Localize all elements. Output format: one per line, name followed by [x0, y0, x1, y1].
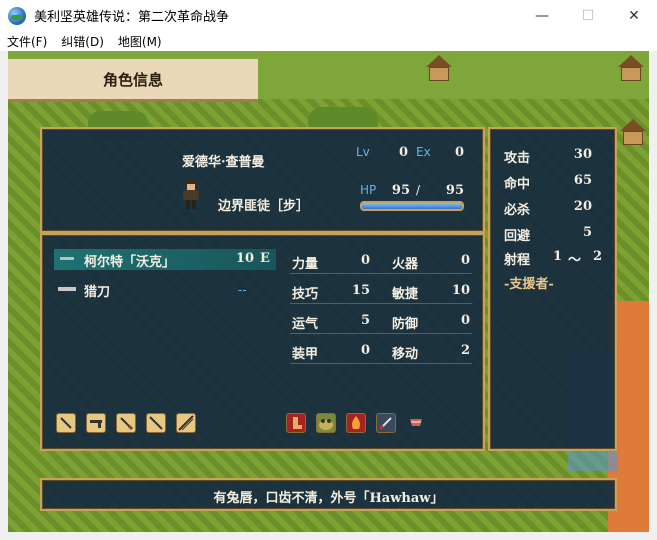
description-bar: 有兔唇，口齿不清，外号「Hawhaw」	[40, 478, 617, 511]
weapon-row-colt[interactable]: 柯尔特「沃克」 10 E	[54, 249, 276, 270]
unit-description: 有兔唇，口齿不清，外号「Hawhaw」	[213, 491, 444, 506]
combat-value-hit: 65	[573, 173, 592, 188]
maximize-button[interactable]: ☐	[565, 0, 611, 31]
house-icon	[618, 55, 644, 81]
range-min: 1	[552, 249, 562, 264]
hp-bar	[360, 201, 464, 211]
divider	[290, 273, 472, 274]
combat-value-avoid: 5	[582, 225, 592, 240]
stat-value-luck: 5	[360, 313, 370, 328]
minimize-button[interactable]: —	[519, 0, 565, 31]
stat-label-firearm: 火器	[392, 257, 419, 272]
house-icon	[620, 119, 646, 145]
pistol-rank-icon[interactable]	[86, 413, 106, 433]
range-separator: 〜	[568, 253, 582, 268]
hp-separator: /	[416, 183, 421, 197]
stat-label-luck: 运气	[292, 317, 319, 332]
weapon-name: 柯尔特「沃克」	[84, 255, 176, 270]
weapon-uses: 10	[235, 251, 254, 266]
combat-stats-panel: 攻击 30 命中 65 必杀 20 回避 5 射程 1 〜 2 -支援者-	[488, 127, 617, 451]
toad-skill-icon[interactable]	[316, 413, 336, 433]
divider	[290, 363, 472, 364]
unit-sprite-icon	[182, 179, 200, 211]
hp-current: 95	[391, 183, 410, 198]
combat-label-hit: 命中	[504, 177, 531, 192]
sword-rank-icon[interactable]	[56, 413, 76, 433]
stat-label-str: 力量	[292, 257, 319, 272]
menu-debug[interactable]: 纠错(D)	[54, 33, 111, 50]
weapon-rank: E	[260, 251, 270, 266]
stat-value-move: 2	[460, 343, 470, 358]
stat-value-skill: 15	[351, 283, 370, 298]
divider	[290, 333, 472, 334]
fire-skill-icon[interactable]	[346, 413, 366, 433]
stat-label-armor: 装甲	[292, 347, 319, 362]
combat-value-crit: 20	[573, 199, 592, 214]
hp-max: 95	[445, 183, 464, 198]
unit-name: 爱德华·查普曼	[182, 155, 265, 170]
stat-label-skill: 技巧	[292, 287, 319, 302]
game-viewport[interactable]: 角色信息 爱德华·查普曼 边界匪徒［步］ Lv 0 Ex 0 HP 95 / 9…	[8, 51, 649, 532]
app-globe-icon	[8, 6, 26, 25]
title-bar: 美利坚英雄传说：第二次革命战争 — ☐ ✕	[0, 0, 657, 31]
stat-value-firearm: 0	[460, 253, 470, 268]
level-value: 0	[398, 145, 408, 160]
level-label: Lv	[356, 145, 370, 159]
hp-bar-fill	[362, 203, 462, 209]
shield-skill-icon[interactable]	[406, 413, 426, 433]
combat-label-avoid: 回避	[504, 229, 531, 244]
page-title: 角色信息	[8, 59, 258, 102]
house-icon	[426, 55, 452, 81]
pistol-icon	[60, 257, 74, 260]
menu-bar: 文件(F) 纠错(D) 地图(M)	[0, 31, 657, 51]
stat-label-agility: 敏捷	[392, 287, 419, 302]
stat-label-move: 移动	[392, 347, 419, 362]
polearm-rank-icon[interactable]	[176, 413, 196, 433]
support-label: -支援者-	[504, 277, 554, 292]
hp-label: HP	[360, 183, 377, 197]
weapon-uses: --	[238, 283, 247, 297]
knife-rank-icon[interactable]	[116, 413, 136, 433]
window-title: 美利坚英雄传说：第二次革命战争	[34, 10, 230, 25]
divider	[290, 303, 472, 304]
menu-file[interactable]: 文件(F)	[0, 33, 54, 50]
rifle-rank-icon[interactable]	[146, 413, 166, 433]
combat-label-crit: 必杀	[504, 203, 531, 218]
unit-info-panel: 爱德华·查普曼 边界匪徒［步］ Lv 0 Ex 0 HP 95 / 95	[40, 127, 485, 233]
menu-map[interactable]: 地图(M)	[111, 33, 169, 50]
stat-value-defense: 0	[460, 313, 470, 328]
range-max: 2	[592, 249, 602, 264]
boot-skill-icon[interactable]	[286, 413, 306, 433]
exp-label: Ex	[416, 145, 431, 159]
stat-value-str: 0	[360, 253, 370, 268]
stats-panel: 柯尔特「沃克」 10 E 猎刀 -- 力量 0 火器 0 技巧 15 敏捷 10…	[40, 233, 485, 451]
weapon-row-knife[interactable]: 猎刀 --	[54, 279, 276, 300]
exp-value: 0	[454, 145, 464, 160]
knife-icon	[58, 287, 76, 291]
combat-value-attack: 30	[573, 147, 592, 162]
blade-skill-icon[interactable]	[376, 413, 396, 433]
combat-label-attack: 攻击	[504, 151, 531, 166]
stat-label-defense: 防御	[392, 317, 419, 332]
close-button[interactable]: ✕	[611, 0, 657, 31]
stat-value-agility: 10	[451, 283, 470, 298]
unit-class: 边界匪徒［步］	[218, 199, 310, 214]
stat-value-armor: 0	[360, 343, 370, 358]
range-label: 射程	[504, 253, 531, 268]
weapon-name: 猎刀	[84, 285, 111, 300]
